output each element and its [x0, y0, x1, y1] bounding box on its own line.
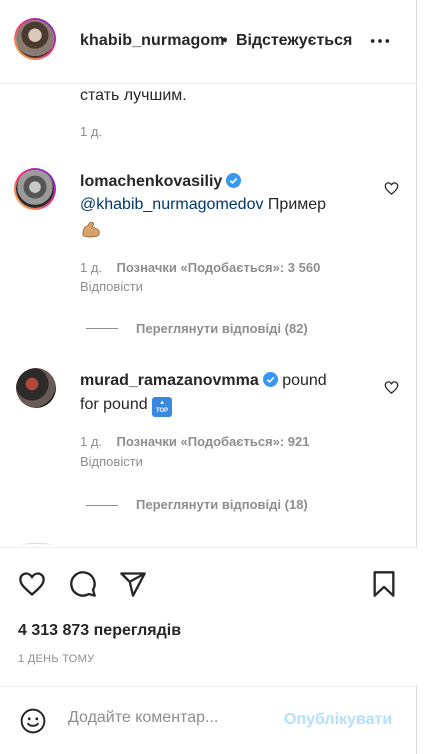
- comment-mention-link[interactable]: @khabib_nurmagomedov: [80, 196, 263, 213]
- add-comment-bar: Опублікувати: [0, 686, 417, 754]
- publish-button[interactable]: Опублікувати: [284, 711, 392, 729]
- comment-likes[interactable]: Позначки «Подобається»: 921: [117, 434, 310, 449]
- share-paper-plane-icon[interactable]: [119, 570, 147, 598]
- reply-button[interactable]: Відповісти: [80, 278, 143, 296]
- commenter-avatar[interactable]: [16, 368, 56, 408]
- top-arrow-icon: ▲ TOP: [152, 397, 173, 417]
- following-button[interactable]: Відстежується: [236, 32, 352, 50]
- view-replies-line: [86, 505, 118, 506]
- like-comment-heart-icon[interactable]: [384, 181, 399, 196]
- caption-time[interactable]: 1 д.: [80, 123, 102, 141]
- like-comment-heart-icon[interactable]: [384, 380, 399, 395]
- view-replies-button[interactable]: Переглянути відповіді (82): [136, 321, 308, 336]
- author-avatar[interactable]: [14, 18, 56, 60]
- comment-body: for pound ▲ TOP: [80, 393, 173, 417]
- comment-meta: 1 д. Позначки «Подобається»: 921: [80, 433, 310, 451]
- caption-text-tail: стать лучшим.: [80, 87, 187, 104]
- comment-line: murad_ramazanovmma pound: [80, 369, 327, 393]
- header-separator: •: [222, 32, 228, 49]
- reply-button[interactable]: Відповісти: [80, 453, 143, 471]
- view-replies-line: [86, 328, 118, 329]
- comment-line: lomachenkovasiliy: [80, 170, 242, 194]
- comment-bubble-icon[interactable]: [69, 570, 97, 598]
- views-count[interactable]: 4 313 873 переглядів: [18, 622, 181, 640]
- comment-text: Пример: [267, 196, 327, 213]
- author-username[interactable]: khabib_nurmagomedov: [80, 32, 226, 50]
- post-header: khabib_nurmagomedov • Відстежується: [0, 0, 417, 84]
- commenter-username[interactable]: lomachenkovasiliy: [80, 173, 222, 190]
- comment-input[interactable]: [68, 709, 268, 727]
- post-panel: khabib_nurmagomedov • Відстежується стат…: [0, 0, 417, 754]
- flexed-biceps-icon: [82, 221, 100, 238]
- post-actions: 4 313 873 переглядів 1 ДЕНЬ ТОМУ: [0, 547, 417, 685]
- comment-time[interactable]: 1 д.: [80, 434, 102, 449]
- commenter-avatar[interactable]: [14, 168, 56, 210]
- verified-badge-icon: [226, 173, 242, 188]
- save-bookmark-icon[interactable]: [370, 570, 398, 598]
- comment-text: pound: [282, 372, 327, 389]
- verified-badge-icon: [262, 372, 278, 387]
- comment-time[interactable]: 1 д.: [80, 260, 102, 275]
- comment-meta: 1 д. Позначки «Подобається»: 3 560: [80, 259, 320, 277]
- commenter-username[interactable]: murad_ramazanovmma: [80, 372, 259, 389]
- more-options-icon[interactable]: [369, 30, 391, 52]
- emoji-smile-icon[interactable]: [20, 708, 46, 734]
- view-replies-button[interactable]: Переглянути відповіді (18): [136, 497, 308, 512]
- like-heart-icon[interactable]: [18, 570, 46, 598]
- comment-likes[interactable]: Позначки «Подобається»: 3 560: [117, 260, 321, 275]
- comment-text: for pound: [80, 396, 148, 413]
- post-date[interactable]: 1 ДЕНЬ ТОМУ: [18, 653, 94, 665]
- comment-body: @khabib_nurmagomedov Пример: [80, 193, 326, 217]
